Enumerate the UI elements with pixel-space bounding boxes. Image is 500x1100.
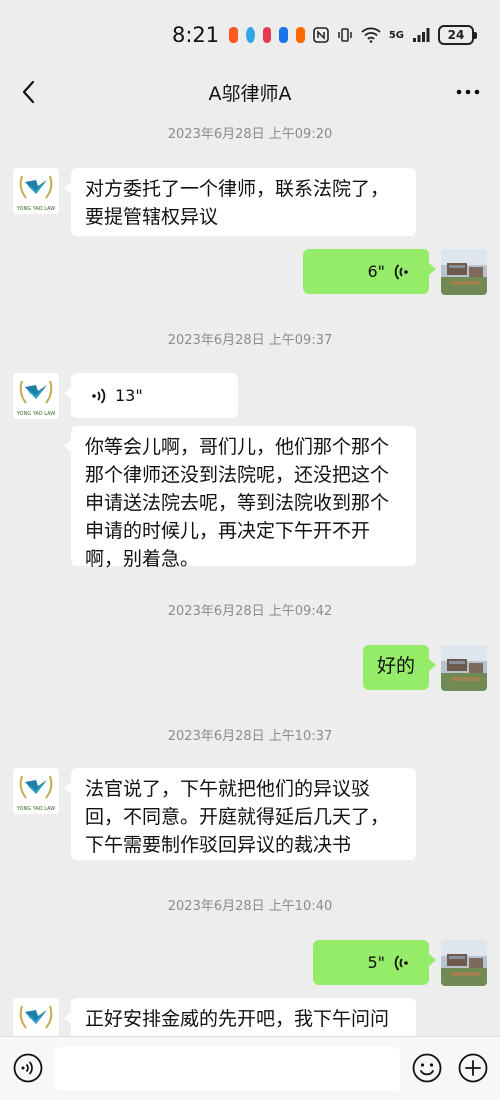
message-bubble[interactable]: 你等会儿啊，哥们儿，他们那个那个那个律师还没到法院呢，还没把这个申请送法院去呢，…: [64, 426, 416, 570]
voice-wave-icon: [92, 387, 106, 404]
browser-icon: [245, 27, 255, 43]
message-input[interactable]: [55, 1047, 400, 1091]
message-timestamp: 2023年6月28日 上午09:42: [167, 604, 333, 619]
network-type: 5G: [388, 29, 405, 41]
message-timestamp: 2023年6月28日 上午09:37: [167, 333, 333, 348]
voice-duration: 5": [367, 952, 385, 972]
voice-wave-icon: [394, 263, 408, 280]
wifi-icon: [361, 27, 381, 43]
lawyer-avatar[interactable]: YONG YAO LAW: [13, 168, 59, 214]
battery-indicator: 24: [438, 25, 478, 45]
status-time: 8:21: [172, 23, 220, 47]
message-text: 对方委托了一个律师，联系法院了，要提管辖权异议: [85, 178, 390, 228]
tips-icon: [279, 27, 289, 43]
voice-wave-icon: [394, 954, 408, 971]
voice-toggle-icon[interactable]: [12, 1052, 44, 1084]
ellipsis-icon[interactable]: [454, 78, 482, 106]
lawyer-avatar[interactable]: YONG YAO LAW: [13, 373, 59, 419]
store-icon: [262, 27, 272, 43]
voice-message-bubble[interactable]: 13": [64, 373, 238, 418]
message-timestamp: 2023年6月28日 上午09:20: [167, 127, 333, 142]
video-icon: [296, 27, 305, 43]
message-timestamp: 2023年6月28日 上午10:40: [167, 899, 333, 914]
plus-circle-icon[interactable]: [457, 1052, 489, 1084]
taobao-icon: [229, 27, 238, 43]
message-timestamp: 2023年6月28日 上午10:37: [167, 729, 333, 744]
status-bar: 8:21 5G 24: [0, 0, 500, 70]
avatar-text: YONG YAO LAW: [16, 411, 55, 417]
lawyer-avatar[interactable]: YONG YAO LAW: [13, 768, 59, 814]
chat-input-bar: [0, 1036, 500, 1100]
voice-message-bubble[interactable]: 5": [313, 940, 436, 985]
voice-duration: 13": [115, 385, 143, 405]
message-bubble[interactable]: 对方委托了一个律师，联系法院了，要提管辖权异议: [64, 168, 416, 236]
nfc-icon: [313, 27, 329, 43]
my-avatar[interactable]: [441, 249, 487, 295]
message-bubble[interactable]: 法官说了，下午就把他们的异议驳回，不同意。开庭就得延后几天了，下午需要制作驳回异…: [64, 768, 416, 860]
chevron-left-icon[interactable]: [16, 78, 44, 106]
avatar-text: YONG YAO LAW: [16, 806, 55, 812]
signal-icon: [413, 28, 430, 42]
my-avatar[interactable]: [441, 645, 487, 691]
message-text: 你等会儿啊，哥们儿，他们那个那个那个律师还没到法院呢，还没把这个申请送法院去呢，…: [85, 436, 390, 570]
chat-header: A邬律师A: [0, 70, 500, 114]
voice-duration: 6": [367, 261, 385, 281]
my-avatar[interactable]: [441, 940, 487, 986]
smiley-icon[interactable]: [411, 1052, 443, 1084]
avatar-text: YONG YAO LAW: [16, 206, 55, 212]
chat-title[interactable]: A邬律师A: [209, 79, 292, 106]
message-text: 好的: [377, 655, 416, 677]
vibrate-icon: [338, 28, 352, 42]
system-icons: 5G 24: [313, 25, 478, 45]
voice-message-bubble[interactable]: 6": [303, 249, 436, 294]
message-text: 法官说了，下午就把他们的异议驳回，不同意。开庭就得延后几天了，下午需要制作驳回异…: [85, 778, 390, 856]
message-bubble[interactable]: 好的: [363, 645, 436, 690]
